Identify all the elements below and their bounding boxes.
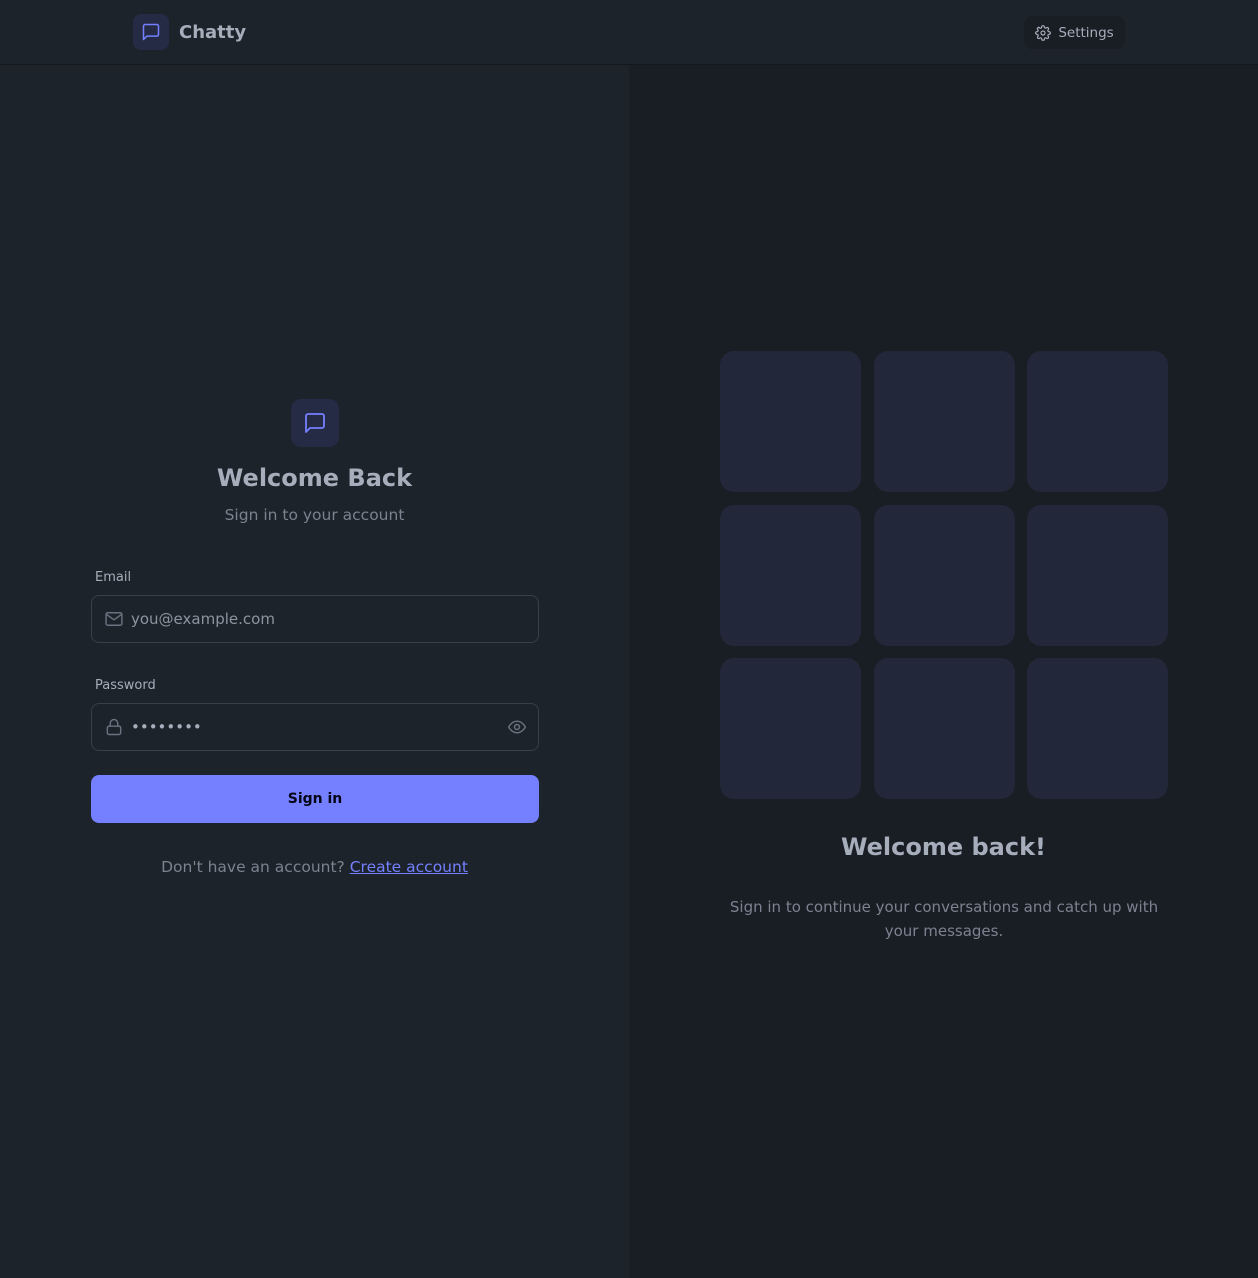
create-account-link[interactable]: Create account	[350, 858, 468, 876]
pattern-tile	[720, 351, 861, 492]
settings-button[interactable]: Settings	[1024, 16, 1125, 49]
pattern-tile	[1027, 658, 1168, 799]
tile-grid	[720, 351, 1168, 799]
password-label: Password	[95, 678, 156, 693]
signup-prompt: Don't have an account?	[161, 858, 345, 876]
message-square-icon	[305, 413, 325, 433]
gear-icon	[1035, 24, 1052, 41]
message-square-icon	[142, 23, 160, 41]
login-pane	[0, 65, 629, 1278]
settings-label: Settings	[1058, 24, 1114, 41]
form-logo	[291, 399, 339, 447]
form-subtitle: Sign in to your account	[224, 506, 405, 524]
password-input[interactable]	[131, 704, 491, 750]
pattern-tile	[720, 658, 861, 799]
eye-icon[interactable]	[507, 717, 527, 737]
password-field-wrapper	[91, 703, 539, 751]
mail-icon	[105, 612, 123, 626]
brand-name: Chatty	[179, 21, 247, 43]
email-label: Email	[95, 570, 132, 585]
navbar: Chatty Settings	[0, 0, 1258, 65]
form-title: Welcome Back	[216, 464, 413, 492]
signup-prompt-line: Don't have an account? Create account	[0, 858, 629, 876]
pattern-tile	[873, 351, 1015, 492]
brand-link[interactable]: Chatty	[133, 14, 246, 50]
email-input[interactable]	[131, 596, 491, 642]
sign-in-button[interactable]: Sign in	[91, 775, 539, 823]
email-field-wrapper	[91, 595, 539, 643]
pattern-tile	[1027, 504, 1168, 646]
promo-title: Welcome back!	[841, 833, 1046, 861]
pattern-tile	[1027, 351, 1168, 492]
pattern-tile	[720, 504, 861, 646]
brand-logo	[133, 14, 169, 50]
lock-icon	[106, 718, 122, 736]
promo-text: Sign in to continue your conversations a…	[729, 898, 1159, 940]
pattern-tile	[873, 504, 1015, 646]
pattern-tile	[873, 658, 1015, 799]
